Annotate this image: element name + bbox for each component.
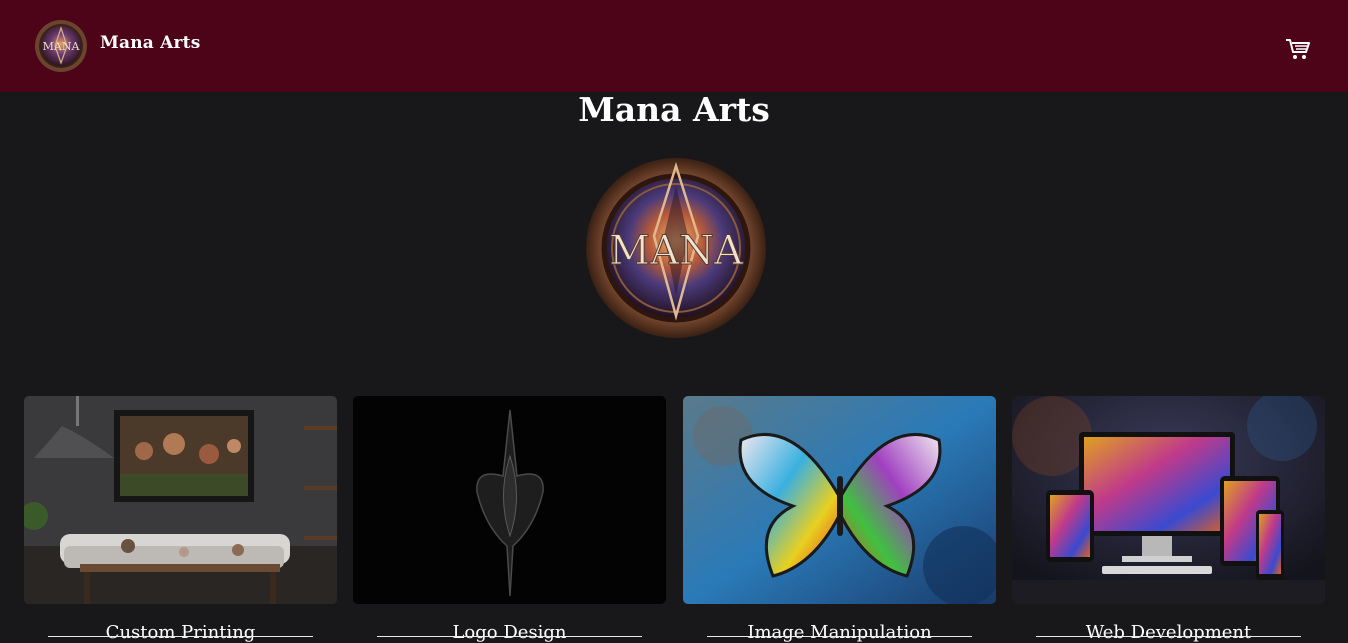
service-title[interactable]: Web Development (1012, 622, 1325, 643)
divider (377, 636, 642, 637)
svg-text:MANA: MANA (43, 40, 81, 53)
logo-emblem-image[interactable] (353, 396, 666, 604)
devices-image[interactable] (1012, 396, 1325, 604)
service-title[interactable]: Image Manipulation (683, 622, 996, 643)
cart-icon[interactable] (1285, 37, 1311, 61)
divider (1036, 636, 1301, 637)
mana-hero-logo: MANA (586, 158, 766, 338)
living-room-print-image[interactable] (24, 396, 337, 604)
top-navbar: MANA Mana Arts (0, 0, 1348, 92)
service-title[interactable]: Logo Design (353, 622, 666, 643)
page-title: Mana Arts (578, 90, 770, 129)
brand-name[interactable]: Mana Arts (100, 33, 201, 53)
service-card-custom-printing[interactable]: Custom Printing (24, 396, 337, 643)
divider (707, 636, 972, 637)
service-card-image-manipulation[interactable]: Image Manipulation (683, 396, 996, 643)
butterfly-image[interactable] (683, 396, 996, 604)
service-title[interactable]: Custom Printing (24, 622, 337, 643)
divider (48, 636, 313, 637)
mana-logo-icon[interactable]: MANA (34, 19, 88, 73)
service-card-logo-design[interactable]: Logo Design (353, 396, 666, 643)
service-card-web-development[interactable]: Web Development (1012, 396, 1325, 643)
hero-logo-text: MANA (609, 228, 744, 274)
